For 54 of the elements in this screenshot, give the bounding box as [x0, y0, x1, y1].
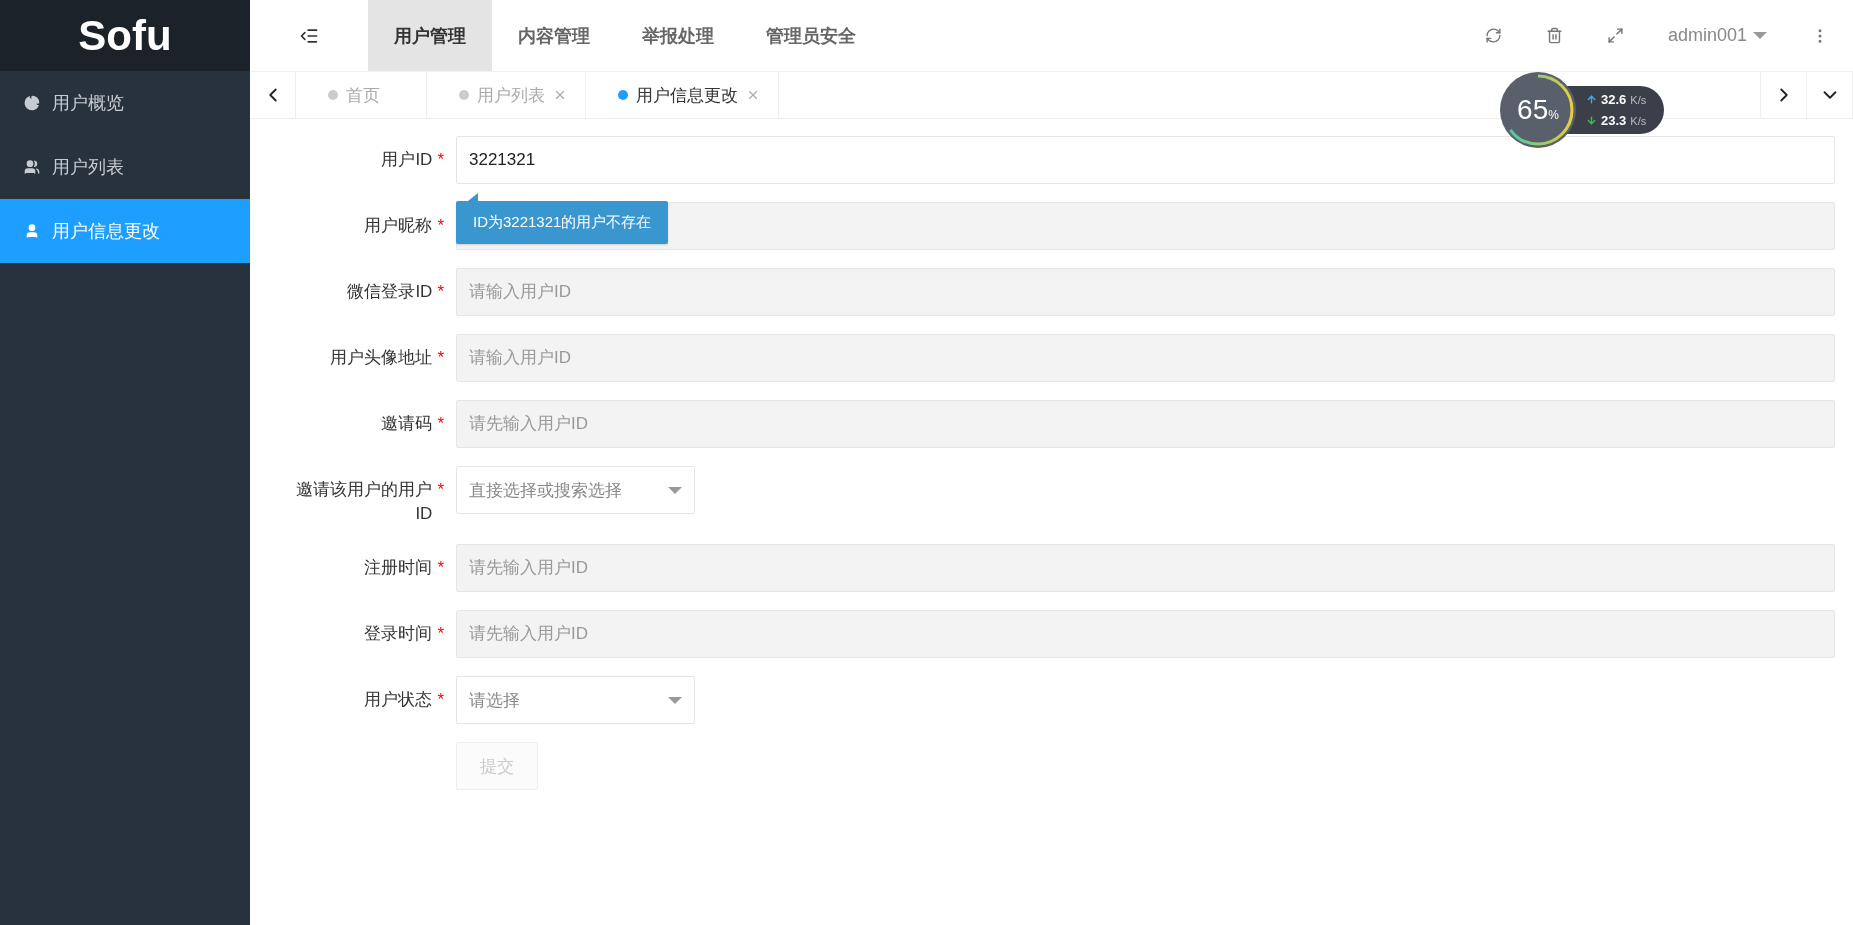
field-label: 用户头像地址: [330, 347, 433, 369]
speed-unit: K/s: [1630, 114, 1647, 127]
required-mark: *: [437, 557, 444, 579]
close-icon[interactable]: [746, 88, 760, 102]
scroll-right-button[interactable]: [1760, 72, 1807, 118]
logo: Sofu: [0, 0, 250, 71]
fullscreen-icon[interactable]: [1606, 27, 1624, 44]
users-icon: [24, 159, 40, 175]
required-mark: *: [437, 215, 444, 237]
field-label: 邀请该用户的用户ID: [295, 479, 433, 525]
field-label: 注册时间: [364, 557, 433, 579]
upload-speed: 32.6: [1601, 92, 1627, 107]
pie-chart-icon: [24, 95, 40, 111]
caret-icon: [668, 696, 682, 704]
status-dot: [328, 90, 338, 100]
select-field[interactable]: 直接选择或搜索选择: [456, 466, 695, 514]
sidebar-item[interactable]: 用户概览: [0, 71, 250, 135]
caret-icon: [668, 486, 682, 494]
nav-tab[interactable]: 管理员安全: [740, 0, 882, 71]
field-label: 用户昵称: [364, 215, 433, 237]
field-label: 微信登录ID: [347, 281, 433, 303]
caret-icon: [1753, 32, 1767, 39]
close-icon[interactable]: [553, 88, 567, 102]
required-mark: *: [437, 347, 444, 369]
required-mark: *: [437, 479, 444, 501]
upload-arrow-icon: [1586, 94, 1597, 105]
user-icon: [24, 223, 40, 239]
speed-unit: K/s: [1630, 93, 1647, 106]
download-speed: 23.3: [1601, 113, 1627, 128]
download-arrow-icon: [1586, 115, 1597, 126]
nav-tab[interactable]: 用户管理: [368, 0, 492, 71]
refresh-icon[interactable]: [1484, 27, 1502, 44]
required-mark: *: [437, 281, 444, 303]
page-tab[interactable]: 用户信息更改: [586, 72, 779, 118]
error-tooltip: ID为3221321的用户不存在: [456, 201, 669, 244]
usage-dial: 65%: [1500, 72, 1576, 148]
field-label: 登录时间: [364, 623, 433, 645]
status-dot: [459, 90, 469, 100]
required-mark: *: [437, 623, 444, 645]
trash-icon[interactable]: [1545, 27, 1563, 44]
required-mark: *: [437, 413, 444, 435]
required-mark: *: [437, 149, 444, 171]
nav-tab[interactable]: 举报处理: [616, 0, 740, 71]
user-menu[interactable]: admin001: [1667, 25, 1767, 46]
required-mark: *: [437, 689, 444, 711]
sidebar-item[interactable]: 用户列表: [0, 135, 250, 199]
status-dot: [618, 90, 628, 100]
input-field[interactable]: 3221321: [456, 136, 1835, 184]
field-label: 邀请码: [381, 413, 433, 435]
field-label: 用户ID: [381, 149, 433, 171]
nav-tab[interactable]: 内容管理: [492, 0, 616, 71]
field-label: 用户状态: [364, 689, 433, 711]
tooltip-pointer: [468, 193, 478, 201]
select-field[interactable]: 请选择: [456, 676, 695, 724]
